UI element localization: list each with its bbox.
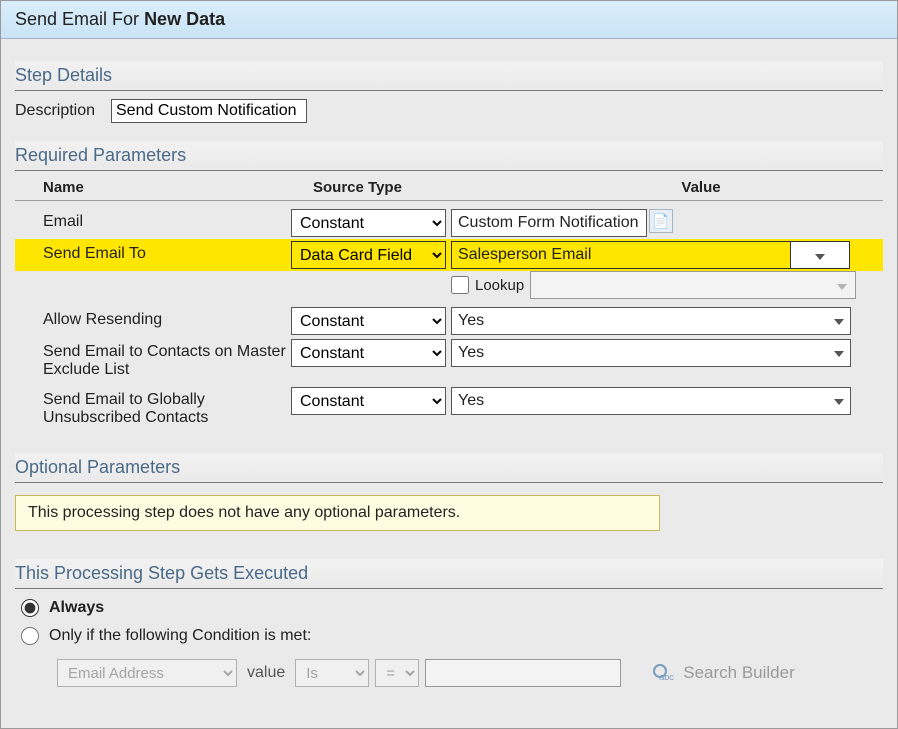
col-value: Value — [541, 179, 861, 196]
param-row-allow-resending: Allow Resending Constant Yes — [15, 305, 883, 337]
condition-value-input[interactable] — [425, 659, 621, 687]
param-row-master-exclude: Send Email to Contacts on Master Exclude… — [15, 337, 883, 385]
lookup-row: Lookup — [451, 271, 883, 305]
lookup-label: Lookup — [475, 277, 524, 294]
condition-value-label: value — [247, 664, 285, 682]
param-row-global-unsub: Send Email to Globally Unsubscribed Cont… — [15, 385, 883, 433]
title-prefix: Send Email For — [15, 9, 144, 29]
value-email[interactable]: Custom Form Notification — [451, 209, 647, 237]
param-name-global-unsub: Send Email to Globally Unsubscribed Cont… — [15, 387, 291, 431]
chevron-down-icon — [837, 277, 847, 294]
chevron-down-icon — [834, 344, 844, 362]
radio-always-label: Always — [49, 599, 104, 617]
radio-only-if-label: Only if the following Condition is met: — [49, 627, 311, 645]
param-header: Name Source Type Value — [15, 171, 883, 201]
section-step-details: Step Details — [15, 61, 883, 91]
source-select-master-exclude[interactable]: Constant — [291, 339, 446, 367]
chevron-down-icon — [815, 247, 825, 264]
search-builder-icon — [653, 664, 675, 682]
page-title: Send Email For New Data — [1, 1, 897, 39]
condition-field-select[interactable]: Email Address — [57, 659, 237, 687]
param-name-send-to: Send Email To — [15, 241, 291, 267]
condition-comparator-select[interactable]: = — [375, 659, 419, 687]
radio-only-if[interactable] — [21, 627, 39, 645]
radio-row-always: Always — [21, 599, 883, 617]
description-label: Description — [15, 102, 111, 120]
col-source: Source Type — [291, 179, 541, 196]
value-allow-resending[interactable]: Yes — [451, 307, 851, 335]
chevron-down-icon — [834, 392, 844, 410]
value-send-to[interactable]: Salesperson Email — [451, 241, 791, 269]
param-name-master-exclude: Send Email to Contacts on Master Exclude… — [15, 339, 291, 383]
value-master-exclude[interactable]: Yes — [451, 339, 851, 367]
condition-row: Email Address value Is = Search Builder — [57, 659, 883, 687]
param-name-allow-resending: Allow Resending — [15, 307, 291, 333]
param-row-send-to: Send Email To Data Card Field Salesperso… — [15, 239, 883, 271]
source-select-send-to[interactable]: Data Card Field — [291, 241, 446, 269]
value-global-unsub[interactable]: Yes — [451, 387, 851, 415]
source-select-allow-resending[interactable]: Constant — [291, 307, 446, 335]
section-optional-params: Optional Parameters — [15, 453, 883, 483]
param-name-email: Email — [15, 209, 291, 235]
section-required-params: Required Parameters — [15, 141, 883, 171]
chevron-down-icon — [834, 312, 844, 330]
source-select-email[interactable]: Constant — [291, 209, 446, 237]
section-exec: This Processing Step Gets Executed — [15, 559, 883, 589]
search-builder-link[interactable]: Search Builder — [653, 663, 795, 683]
source-select-global-unsub[interactable]: Constant — [291, 387, 446, 415]
lookup-checkbox[interactable] — [451, 276, 469, 294]
value-send-to-dropdown[interactable] — [790, 241, 850, 269]
radio-always[interactable] — [21, 599, 39, 617]
condition-operator-select[interactable]: Is — [295, 659, 369, 687]
description-input[interactable] — [111, 99, 307, 123]
radio-row-only-if: Only if the following Condition is met: — [21, 627, 883, 645]
email-picker-icon[interactable]: 📄 — [649, 209, 673, 233]
optional-params-message: This processing step does not have any o… — [15, 495, 660, 531]
col-name: Name — [15, 179, 291, 196]
title-bold: New Data — [144, 9, 225, 29]
param-row-email: Email Constant Custom Form Notification … — [15, 207, 883, 239]
lookup-value-dropdown[interactable] — [530, 271, 856, 299]
